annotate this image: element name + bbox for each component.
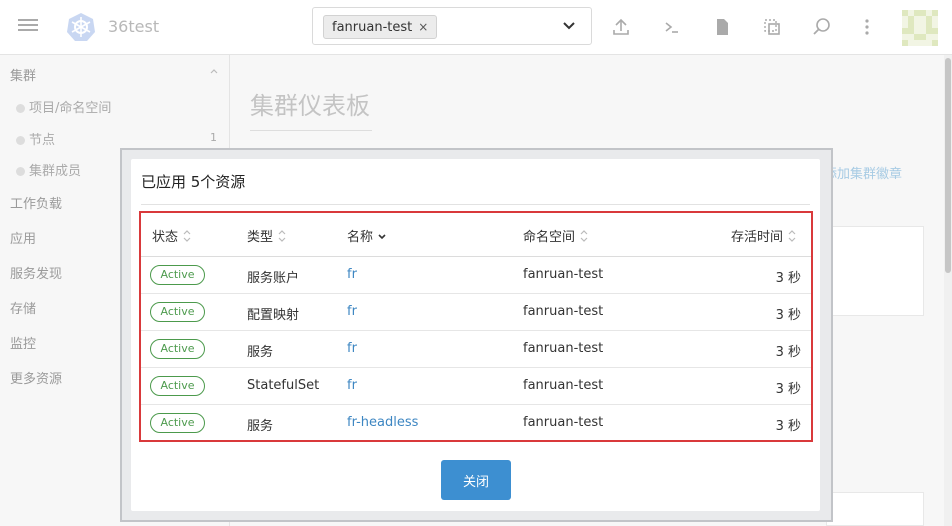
age-cell: 3 秒 (775, 271, 801, 286)
sidebar-item-label: 节点 (29, 133, 56, 148)
chevron-up-icon[interactable] (210, 67, 218, 75)
file-icon[interactable] (712, 17, 732, 37)
type-cell: 服务账户 (247, 271, 300, 286)
type-cell: 配置映射 (247, 308, 300, 323)
table-row: Active 配置映射 fr fanruan-test 3 秒 (141, 294, 811, 331)
dot-icon (16, 136, 25, 145)
sort-icon[interactable] (183, 230, 191, 242)
top-bar: 36test fanruan-test × (0, 0, 952, 55)
add-cluster-badge-link[interactable]: 添加集群徽章 (824, 163, 902, 182)
type-cell: 服务 (247, 345, 274, 360)
status-badge: Active (150, 302, 205, 322)
column-header-age[interactable]: 存活时间 (731, 226, 796, 245)
name-link[interactable]: fr-headless (347, 415, 418, 430)
sort-icon[interactable] (278, 230, 286, 242)
status-badge: Active (150, 265, 205, 285)
name-link[interactable]: fr (347, 304, 357, 319)
scrollbar[interactable] (944, 55, 952, 526)
namespace-cell: fanruan-test (523, 267, 604, 282)
divider (250, 130, 372, 131)
sidebar-item-label: 项目/命名空间 (29, 101, 112, 116)
sort-down-icon[interactable] (378, 230, 386, 242)
app-title: 36test (108, 17, 160, 36)
status-badge: Active (150, 339, 205, 359)
sidebar-item-cluster[interactable]: 集群 (10, 65, 36, 84)
column-header-namespace[interactable]: 命名空间 (523, 226, 588, 245)
sidebar-item-nodes[interactable]: 节点 (16, 129, 55, 148)
chip-remove-icon[interactable]: × (418, 20, 428, 34)
more-vertical-icon[interactable] (857, 17, 877, 37)
sidebar-item-projects[interactable]: 项目/命名空间 (16, 97, 111, 116)
namespace-cell: fanruan-test (523, 304, 604, 319)
age-cell: 3 秒 (775, 308, 801, 323)
sort-icon[interactable] (580, 230, 588, 242)
sidebar-item-label: 集群成员 (29, 164, 82, 179)
name-link[interactable]: fr (347, 267, 357, 282)
copy-icon[interactable] (762, 17, 782, 37)
upload-icon[interactable] (611, 17, 631, 37)
sidebar-item-workloads[interactable]: 工作负载 (10, 193, 62, 212)
column-header-label: 命名空间 (523, 230, 576, 245)
status-badge: Active (150, 376, 205, 396)
chevron-down-icon[interactable] (561, 18, 577, 34)
column-header-status[interactable]: 状态 (152, 226, 191, 245)
modal-title: 已应用 5个资源 (141, 173, 246, 191)
avatar[interactable] (902, 10, 938, 46)
close-button[interactable]: 关闭 (441, 460, 511, 500)
sort-icon[interactable] (788, 230, 796, 242)
namespace-select[interactable]: fanruan-test × (312, 7, 592, 45)
column-header-name[interactable]: 名称 (347, 226, 386, 245)
nodes-count: 1 (210, 131, 217, 144)
page-title: 集群仪表板 (250, 92, 370, 120)
status-badge: Active (150, 413, 205, 433)
dot-icon (16, 167, 25, 176)
table-row: Active StatefulSet fr fanruan-test 3 秒 (141, 368, 811, 405)
column-header-label: 名称 (347, 230, 374, 245)
type-cell: StatefulSet (247, 378, 320, 393)
scrollbar-thumb[interactable] (945, 58, 951, 273)
applied-resources-modal: 已应用 5个资源 状态 类型 名称 命名空间 存活时间 Active 服务账户 … (131, 159, 820, 511)
column-header-label: 状态 (152, 230, 179, 245)
type-cell: 服务 (247, 419, 274, 434)
dashboard-card (826, 226, 924, 316)
sidebar-item-more[interactable]: 更多资源 (10, 368, 62, 387)
terminal-icon[interactable] (662, 17, 682, 37)
kubernetes-logo-icon (67, 13, 95, 41)
resources-table: 状态 类型 名称 命名空间 存活时间 Active 服务账户 fr fanrua… (139, 211, 813, 442)
sidebar-item-apps[interactable]: 应用 (10, 228, 36, 247)
dashboard-card (826, 492, 924, 526)
column-header-label: 存活时间 (731, 230, 784, 245)
table-row: Active 服务 fr fanruan-test 3 秒 (141, 331, 811, 368)
namespace-cell: fanruan-test (523, 415, 604, 430)
sidebar-item-members[interactable]: 集群成员 (16, 160, 81, 179)
namespace-chip: fanruan-test × (323, 15, 438, 39)
dot-icon (16, 104, 25, 113)
namespace-chip-label: fanruan-test (332, 20, 413, 35)
sidebar-item-storage[interactable]: 存储 (10, 298, 36, 317)
age-cell: 3 秒 (775, 382, 801, 397)
divider (141, 204, 810, 205)
age-cell: 3 秒 (775, 345, 801, 360)
namespace-cell: fanruan-test (523, 378, 604, 393)
hamburger-menu-icon[interactable] (18, 16, 38, 38)
namespace-cell: fanruan-test (523, 341, 604, 356)
column-header-type[interactable]: 类型 (247, 226, 286, 245)
sidebar-item-monitoring[interactable]: 监控 (10, 333, 36, 352)
table-row: Active 服务账户 fr fanruan-test 3 秒 (141, 257, 811, 294)
age-cell: 3 秒 (775, 419, 801, 434)
search-icon[interactable] (812, 17, 832, 37)
table-row: Active 服务 fr-headless fanruan-test 3 秒 (141, 405, 811, 442)
name-link[interactable]: fr (347, 378, 357, 393)
sidebar-item-service-discovery[interactable]: 服务发现 (10, 263, 62, 282)
name-link[interactable]: fr (347, 341, 357, 356)
column-header-label: 类型 (247, 230, 274, 245)
